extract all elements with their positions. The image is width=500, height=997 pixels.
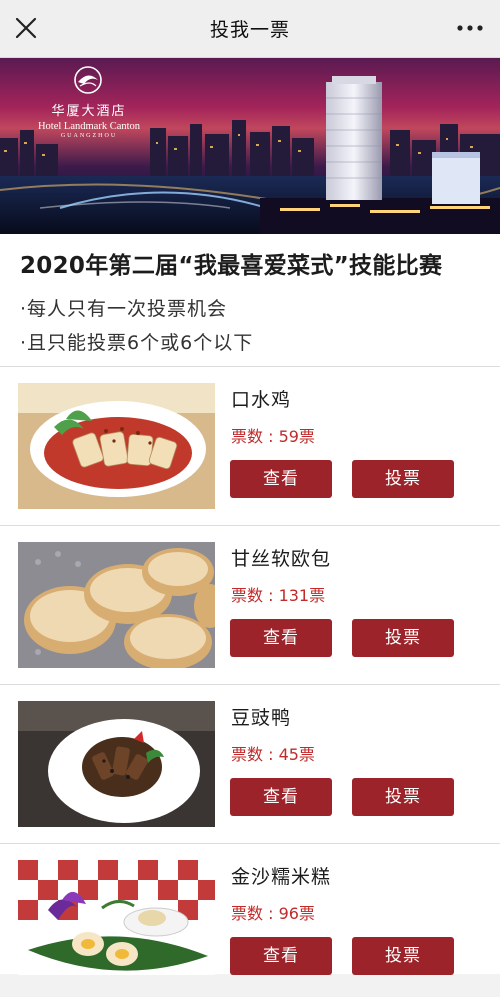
hotel-name-en: Hotel Landmark Canton (37, 121, 141, 132)
top-navbar: 投我一票 (0, 0, 500, 58)
list-item: 甘丝软欧包 票数 : 131票 查看 投票 (0, 525, 500, 684)
dish-photo-koushuiji[interactable] (18, 383, 215, 509)
view-button[interactable]: 查看 (230, 937, 332, 975)
vote-button[interactable]: 投票 (352, 460, 454, 498)
view-button[interactable]: 查看 (230, 619, 332, 657)
vote-count: 票数 : 131票 (231, 586, 326, 605)
dish-name: 甘丝软欧包 (231, 548, 332, 570)
view-button[interactable]: 查看 (230, 460, 332, 498)
vote-button[interactable]: 投票 (352, 778, 454, 816)
more-dots-icon[interactable] (452, 14, 488, 42)
dish-name: 金沙糯米糕 (231, 866, 332, 888)
view-button[interactable]: 查看 (230, 778, 332, 816)
vote-count: 票数 : 59票 (231, 427, 315, 446)
list-item: 口水鸡 票数 : 59票 查看 投票 (0, 366, 500, 525)
contest-title: 2020年第二届“我最喜爱菜式”技能比赛 (20, 253, 443, 279)
dish-name: 豆豉鸭 (231, 707, 292, 729)
vote-count: 票数 : 96票 (231, 904, 315, 923)
vote-button[interactable]: 投票 (352, 619, 454, 657)
dish-photo-ganshi-ruan-oubao[interactable] (18, 542, 215, 668)
dish-list: 口水鸡 票数 : 59票 查看 投票 甘丝软欧包 票数 : 131票 查看 投票 (0, 366, 500, 986)
dish-name: 口水鸡 (231, 389, 292, 411)
dish-photo-douchi-ya[interactable] (18, 701, 215, 827)
voting-rule-2: ·且只能投票6个或6个以下 (20, 332, 254, 354)
list-item: 金沙糯米糕 票数 : 96票 查看 投票 (0, 843, 500, 986)
dish-photo-jinsha-nuomigao[interactable] (18, 860, 215, 986)
hotel-banner: 华厦大酒店 Hotel Landmark Canton GUANGZHOU (0, 58, 500, 234)
vote-button[interactable]: 投票 (352, 937, 454, 975)
page-title: 投我一票 (209, 19, 290, 41)
hotel-logo-text: 华厦大酒店 Hotel Landmark Canton GUANGZHOU (34, 100, 144, 139)
bottom-bar (0, 975, 500, 997)
contest-info: 2020年第二届“我最喜爱菜式”技能比赛 ·每人只有一次投票机会 ·且只能投票6… (0, 234, 500, 366)
list-item: 豆豉鸭 票数 : 45票 查看 投票 (0, 684, 500, 843)
hotel-name-cn: 华厦大酒店 (51, 104, 127, 119)
hotel-city: GUANGZHOU (60, 133, 118, 139)
vote-count: 票数 : 45票 (231, 745, 315, 764)
close-icon[interactable] (12, 14, 40, 42)
city-skyline-image (0, 66, 500, 234)
voting-rule-1: ·每人只有一次投票机会 (20, 298, 228, 320)
